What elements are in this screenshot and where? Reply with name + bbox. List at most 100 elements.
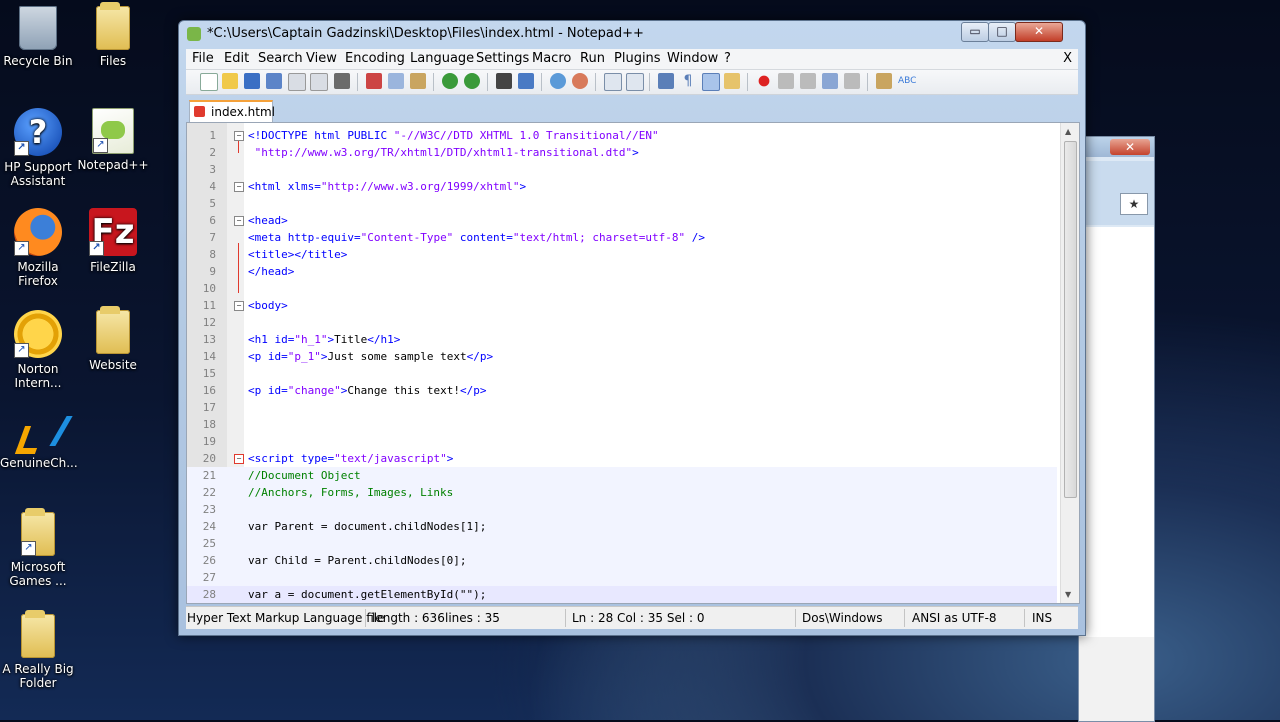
menu-help[interactable]: ?: [724, 51, 731, 66]
open-file-icon[interactable]: [222, 73, 238, 89]
code-line[interactable]: 21 //Document Object: [187, 467, 1057, 484]
code-line[interactable]: 13 <h1 id="h_1">Title</h1>: [187, 331, 1057, 348]
desktop-icon-firefox[interactable]: ↗ Mozilla Firefox: [0, 208, 76, 288]
user-language-icon[interactable]: [724, 73, 740, 89]
menu-encoding[interactable]: Encoding: [345, 51, 405, 66]
code-line[interactable]: 28 var a = document.getElementById("");: [187, 586, 1057, 603]
close-document-button[interactable]: X: [1063, 51, 1072, 66]
menu-run[interactable]: Run: [580, 51, 605, 66]
code-line[interactable]: 17: [187, 399, 1057, 416]
scroll-down-icon[interactable]: ▼: [1065, 590, 1071, 599]
maximize-button[interactable]: □: [988, 22, 1016, 42]
menu-language[interactable]: Language: [410, 51, 474, 66]
window-titlebar[interactable]: *C:\Users\Captain Gadzinski\Desktop\File…: [179, 21, 1085, 47]
scroll-up-icon[interactable]: ▲: [1065, 127, 1071, 136]
desktop-icon-filezilla[interactable]: Fz ↗ FileZilla: [75, 208, 151, 274]
code-editor[interactable]: − 1 <!DOCTYPE html PUBLIC "-//W3C//DTD XHT…: [186, 122, 1080, 604]
menu-search[interactable]: Search: [258, 51, 303, 66]
code-line[interactable]: − 6 <head>: [187, 212, 1057, 229]
code-line[interactable]: − 11 <body>: [187, 297, 1057, 314]
menu-settings[interactable]: Settings: [476, 51, 529, 66]
stop-recording-icon[interactable]: [778, 73, 794, 89]
zoom-in-icon[interactable]: [550, 73, 566, 89]
tab-index-html[interactable]: index.html: [189, 100, 275, 122]
code-line[interactable]: 10: [187, 280, 1057, 297]
code-line[interactable]: 18: [187, 416, 1057, 433]
code-line[interactable]: 12: [187, 314, 1057, 331]
spell-check-icon[interactable]: ABC: [898, 73, 916, 89]
close-file-icon[interactable]: [288, 73, 306, 91]
indent-guide-icon[interactable]: [702, 73, 720, 91]
menu-file[interactable]: File: [192, 51, 214, 66]
minimize-button[interactable]: ▭: [961, 22, 989, 42]
fold-toggle-icon[interactable]: −: [234, 182, 244, 192]
plugin-icon[interactable]: [876, 73, 892, 89]
fold-toggle-icon[interactable]: −: [234, 131, 244, 141]
scrollbar-thumb[interactable]: [1064, 141, 1077, 498]
code-line[interactable]: 7 <meta http-equiv="Content-Type" content…: [187, 229, 1057, 246]
save-macro-icon[interactable]: [844, 73, 860, 89]
desktop-icon-files[interactable]: Files: [75, 2, 151, 68]
menu-view[interactable]: View: [306, 51, 337, 66]
code-line[interactable]: 26 var Child = Parent.childNodes[0];: [187, 552, 1057, 569]
fold-toggle-icon[interactable]: −: [234, 216, 244, 226]
print-icon[interactable]: [334, 73, 350, 89]
undo-icon[interactable]: [442, 73, 458, 89]
code-line[interactable]: 9 </head>: [187, 263, 1057, 280]
show-all-characters-icon[interactable]: ¶: [680, 73, 696, 89]
sync-vertical-icon[interactable]: [604, 73, 622, 91]
menu-plugins[interactable]: Plugins: [614, 51, 661, 66]
desktop-icon-hp-support[interactable]: ? ↗ HP Support Assistant: [0, 108, 76, 188]
close-button[interactable]: ✕: [1015, 22, 1063, 42]
paste-icon[interactable]: [410, 73, 426, 89]
menu-window[interactable]: Window: [667, 51, 718, 66]
desktop-icon-recycle-bin[interactable]: Recycle Bin: [0, 6, 76, 68]
zoom-out-icon[interactable]: [572, 73, 588, 89]
desktop-icon-big-folder[interactable]: A Really Big Folder: [0, 610, 76, 690]
code-line[interactable]: 25: [187, 535, 1057, 552]
redo-icon[interactable]: [464, 73, 480, 89]
notepadpp-window[interactable]: *C:\Users\Captain Gadzinski\Desktop\File…: [178, 20, 1086, 636]
background-window[interactable]: ✕ ★: [1078, 136, 1155, 722]
fold-toggle-icon[interactable]: −: [234, 454, 244, 464]
code-line[interactable]: 19: [187, 433, 1057, 450]
code-line[interactable]: 15: [187, 365, 1057, 382]
code-line[interactable]: 16 <p id="change">Change this text!</p>: [187, 382, 1057, 399]
code-line[interactable]: 2 "http://www.w3.org/TR/xhtml1/DTD/xhtml…: [187, 144, 1057, 161]
code-line[interactable]: 24 var Parent = document.childNodes[1];: [187, 518, 1057, 535]
desktop-icon-notepadpp[interactable]: ↗ Notepad++: [75, 108, 151, 172]
vertical-scrollbar[interactable]: ▲ ▼: [1060, 123, 1079, 603]
new-file-icon[interactable]: [200, 73, 218, 91]
desktop-icon-microsoft-games[interactable]: ↗ Microsoft Games ...: [0, 508, 76, 588]
desktop-icon-website[interactable]: Website: [75, 306, 151, 372]
cut-icon[interactable]: [366, 73, 382, 89]
save-all-icon[interactable]: [266, 73, 282, 89]
desktop-icon-genuine-check[interactable]: GenuineCh...: [0, 412, 78, 470]
code-line[interactable]: 5: [187, 195, 1057, 212]
word-wrap-icon[interactable]: [658, 73, 674, 89]
find-icon[interactable]: [496, 73, 512, 89]
desktop-icon-norton[interactable]: ↗ Norton Intern...: [0, 310, 76, 390]
code-line[interactable]: 3: [187, 161, 1057, 178]
run-macro-multiple-icon[interactable]: [822, 73, 838, 89]
copy-icon[interactable]: [388, 73, 404, 89]
code-line[interactable]: − 20 <script type="text/javascript">: [187, 450, 1057, 467]
code-line[interactable]: 14 <p id="p_1">Just some sample text</p>: [187, 348, 1057, 365]
save-icon[interactable]: [244, 73, 260, 89]
code-line[interactable]: 23: [187, 501, 1057, 518]
sync-horizontal-icon[interactable]: [626, 73, 644, 91]
menu-macro[interactable]: Macro: [532, 51, 571, 66]
code-line[interactable]: 27: [187, 569, 1057, 586]
favorites-star-icon[interactable]: ★: [1120, 193, 1148, 215]
play-macro-icon[interactable]: [800, 73, 816, 89]
code-line[interactable]: 22 //Anchors, Forms, Images, Links: [187, 484, 1057, 501]
code-line[interactable]: 8 <title></title>: [187, 246, 1057, 263]
replace-icon[interactable]: [518, 73, 534, 89]
code-line[interactable]: − 4 <html xlms="http://www.w3.org/1999/xht…: [187, 178, 1057, 195]
record-macro-icon[interactable]: [756, 73, 772, 89]
menu-edit[interactable]: Edit: [224, 51, 249, 66]
code-line[interactable]: − 1 <!DOCTYPE html PUBLIC "-//W3C//DTD XHT…: [187, 127, 1057, 144]
background-window-close-button[interactable]: ✕: [1110, 139, 1150, 155]
close-all-icon[interactable]: [310, 73, 328, 91]
fold-toggle-icon[interactable]: −: [234, 301, 244, 311]
